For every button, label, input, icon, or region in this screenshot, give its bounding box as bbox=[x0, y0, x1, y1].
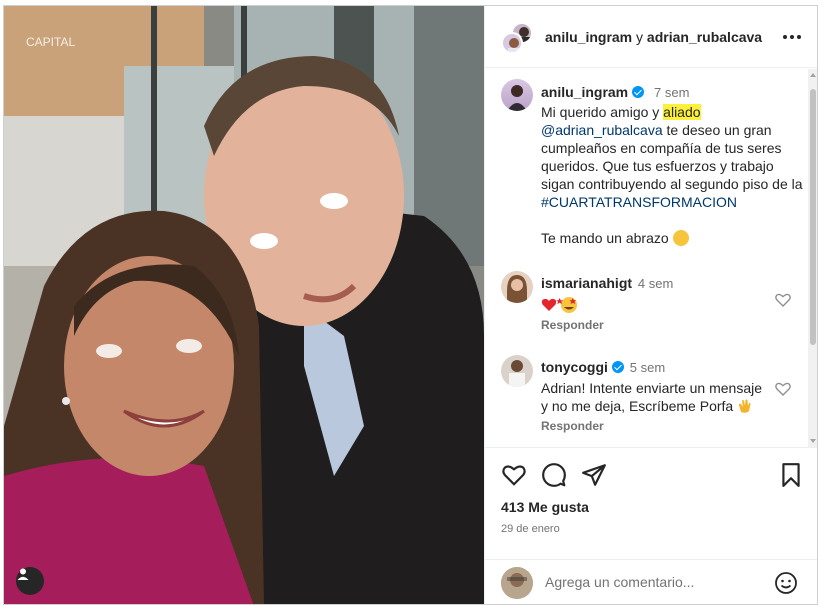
comment-text: Adrian! Intente enviarte un mensaje y no… bbox=[541, 379, 767, 415]
collab-usernames: anilu_ingram y adrian_rubalcava bbox=[545, 29, 762, 45]
header-connector: y bbox=[636, 29, 644, 45]
comment-body: ismarianahigt 4 sem bbox=[541, 274, 767, 318]
comment-input[interactable] bbox=[545, 574, 765, 590]
avatar[interactable] bbox=[501, 32, 523, 54]
header-username-2[interactable]: adrian_rubalcava bbox=[647, 29, 762, 45]
comment-bubble-icon[interactable] bbox=[541, 462, 567, 488]
header-username-1[interactable]: anilu_ingram bbox=[545, 29, 632, 45]
highlighted-word: aliado bbox=[663, 104, 701, 120]
post-date: 29 de enero bbox=[501, 523, 560, 535]
caption-time[interactable]: 7 sem bbox=[654, 85, 689, 100]
clapping-hands-emoji-icon bbox=[739, 399, 751, 413]
comment-emojis bbox=[541, 296, 767, 318]
reply-button[interactable]: Responder bbox=[541, 318, 604, 332]
mention-link[interactable]: @adrian_rubalcava bbox=[541, 122, 663, 138]
post-caption: anilu_ingram 7 sem Mi querido amigo y al… bbox=[541, 83, 809, 247]
paper-plane-icon[interactable] bbox=[581, 462, 607, 488]
caption-text-part: Mi querido amigo y bbox=[541, 104, 664, 120]
verified-badge-icon bbox=[632, 86, 645, 98]
post-photo[interactable]: CAPITAL bbox=[4, 6, 484, 604]
more-options-icon[interactable] bbox=[780, 28, 804, 46]
comment-text-content: Adrian! Intente enviarte un mensaje y no… bbox=[541, 380, 763, 414]
caption-username[interactable]: anilu_ingram bbox=[541, 84, 628, 100]
smiley-icon[interactable] bbox=[774, 571, 798, 595]
comment-username[interactable]: ismarianahigt bbox=[541, 275, 632, 291]
heart-icon[interactable] bbox=[501, 462, 527, 488]
post-modal: CAPITAL anilu_ingram y adrian_rubalcava bbox=[3, 5, 818, 605]
scroll-down-arrow-icon[interactable] bbox=[810, 439, 816, 443]
comment-body: tonycoggi 5 sem Adrian! Intente enviarte… bbox=[541, 358, 767, 415]
add-comment-bar bbox=[485, 559, 817, 604]
avatar[interactable] bbox=[501, 79, 533, 111]
post-details-panel: anilu_ingram y adrian_rubalcava anilu_in… bbox=[484, 6, 817, 604]
bookmark-icon[interactable] bbox=[778, 462, 804, 488]
caption-closing: Te mando un abrazo bbox=[541, 229, 809, 247]
reply-button[interactable]: Responder bbox=[541, 419, 604, 433]
comment-username[interactable]: tonycoggi bbox=[541, 359, 608, 375]
avatar bbox=[501, 567, 533, 599]
hug-emoji-icon bbox=[672, 230, 689, 246]
user-tag-icon[interactable] bbox=[16, 567, 44, 595]
comment-time[interactable]: 5 sem bbox=[630, 360, 665, 375]
caption-closing-text: Te mando un abrazo bbox=[541, 230, 669, 246]
selfie-illustration: CAPITAL bbox=[4, 6, 484, 604]
like-comment-heart-icon[interactable] bbox=[774, 380, 792, 398]
caption-text: Mi querido amigo y aliado @adrian_rubalca… bbox=[541, 103, 809, 211]
post-header: anilu_ingram y adrian_rubalcava bbox=[485, 6, 817, 68]
comment-time[interactable]: 4 sem bbox=[638, 276, 673, 291]
post-actions: 413 Me gusta 29 de enero bbox=[485, 447, 817, 559]
like-comment-heart-icon[interactable] bbox=[774, 291, 792, 309]
comments-scrollbar[interactable] bbox=[808, 69, 817, 447]
scroll-up-arrow-icon[interactable] bbox=[810, 73, 816, 77]
heart-and-star-eyes-emoji-icon bbox=[541, 297, 577, 313]
avatar[interactable] bbox=[501, 355, 533, 387]
sign-text: CAPITAL bbox=[26, 35, 75, 49]
scroll-thumb[interactable] bbox=[810, 89, 816, 345]
comments-list: anilu_ingram 7 sem Mi querido amigo y al… bbox=[485, 69, 817, 447]
hashtag-link[interactable]: #CUARTATRANSFORMACION bbox=[541, 194, 737, 210]
likes-count[interactable]: 413 Me gusta bbox=[501, 499, 589, 515]
collab-avatars[interactable] bbox=[501, 22, 533, 54]
verified-badge-icon bbox=[611, 361, 624, 373]
avatar[interactable] bbox=[501, 271, 533, 303]
